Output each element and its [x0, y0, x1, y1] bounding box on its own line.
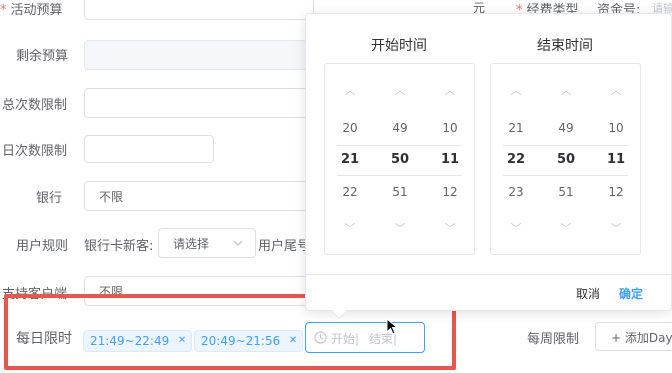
daily-limit-label: 日次数限制 [2, 144, 68, 159]
picker-footer-divider [306, 274, 671, 275]
new-card-select[interactable]: 请选择 [158, 228, 256, 258]
hour-column[interactable]: ︿ 21 22 23 ﹀ [491, 64, 541, 254]
second-selected[interactable]: 11 [425, 152, 475, 167]
chevron-up-icon[interactable]: ︿ [591, 82, 641, 98]
minute-selected[interactable]: 50 [375, 152, 425, 167]
hour-option[interactable]: 21 [491, 121, 541, 135]
hour-selected[interactable]: 22 [491, 152, 541, 167]
bank-select[interactable]: 不限 [84, 181, 314, 211]
time-range-picker: 开始时间 结束时间 ︿ 20 21 22 ﹀ ︿ 49 50 51 ﹀ ︿ 10… [305, 13, 672, 311]
activity-budget-input[interactable] [84, 0, 314, 20]
chevron-down-icon[interactable]: ﹀ [325, 220, 375, 236]
remaining-budget-label: 剩余预算 [16, 49, 69, 64]
second-option[interactable]: 12 [425, 185, 475, 199]
required-mark: * [0, 3, 7, 18]
bank-label: 银行 [36, 191, 63, 206]
start-time-spinner[interactable]: ︿ 20 21 22 ﹀ ︿ 49 50 51 ﹀ ︿ 10 11 12 ﹀ [324, 63, 475, 255]
daily-limit-input[interactable] [84, 135, 214, 163]
chevron-down-icon[interactable]: ﹀ [375, 220, 425, 236]
user-rules-label: 用户规则 [16, 239, 69, 254]
weekly-limit-label: 每周限制 [527, 332, 580, 347]
chevron-up-icon[interactable]: ︿ [325, 82, 375, 98]
hour-selected[interactable]: 21 [325, 152, 375, 167]
new-card-placeholder: 请选择 [173, 237, 210, 251]
minute-option[interactable]: 51 [541, 185, 591, 199]
second-column[interactable]: ︿ 10 11 12 ﹀ [425, 64, 475, 254]
end-time-title: 结束时间 [537, 38, 593, 54]
hour-option[interactable]: 20 [325, 121, 375, 135]
activity-budget-label: * 活动预算 [0, 3, 63, 18]
cancel-button[interactable]: 取消 [576, 285, 600, 302]
mouse-cursor-icon [386, 318, 399, 335]
chevron-up-icon[interactable]: ︿ [375, 82, 425, 98]
hour-option[interactable]: 22 [325, 185, 375, 199]
add-day-button[interactable]: + 添加Day [595, 322, 672, 351]
minute-option[interactable]: 49 [541, 121, 591, 135]
minute-option[interactable]: 49 [375, 121, 425, 135]
end-time-spinner[interactable]: ︿ 21 22 23 ﹀ ︿ 49 50 51 ﹀ ︿ 10 11 12 ﹀ [490, 63, 641, 255]
chevron-down-icon[interactable]: ﹀ [491, 220, 541, 236]
chevron-up-icon[interactable]: ︿ [541, 82, 591, 98]
confirm-button[interactable]: 确定 [619, 285, 643, 302]
chevron-down-icon[interactable]: ﹀ [425, 220, 475, 236]
hour-column[interactable]: ︿ 20 21 22 ﹀ [325, 64, 375, 254]
start-time-title: 开始时间 [371, 38, 427, 54]
chevron-down-icon[interactable]: ﹀ [591, 220, 641, 236]
hour-option[interactable]: 23 [491, 185, 541, 199]
minute-selected[interactable]: 50 [541, 152, 591, 167]
chevron-up-icon[interactable]: ︿ [425, 82, 475, 98]
new-card-label: 银行卡新客: [84, 239, 154, 254]
second-option[interactable]: 12 [591, 185, 641, 199]
tail-number-label: 用户尾号 [258, 239, 311, 254]
total-limit-input[interactable] [84, 88, 314, 118]
bank-value: 不限 [99, 190, 124, 204]
chevron-down-icon[interactable]: ﹀ [541, 220, 591, 236]
remaining-budget-input [84, 40, 314, 70]
second-option[interactable]: 10 [591, 121, 641, 135]
minute-option[interactable]: 51 [375, 185, 425, 199]
second-column[interactable]: ︿ 10 11 12 ﹀ [591, 64, 641, 254]
second-selected[interactable]: 11 [591, 152, 641, 167]
minute-column[interactable]: ︿ 49 50 51 ﹀ [375, 64, 425, 254]
total-limit-label: 总次数限制 [2, 98, 68, 113]
chevron-up-icon[interactable]: ︿ [491, 82, 541, 98]
chevron-down-icon [233, 240, 243, 246]
minute-column[interactable]: ︿ 49 50 51 ﹀ [541, 64, 591, 254]
second-option[interactable]: 10 [425, 121, 475, 135]
